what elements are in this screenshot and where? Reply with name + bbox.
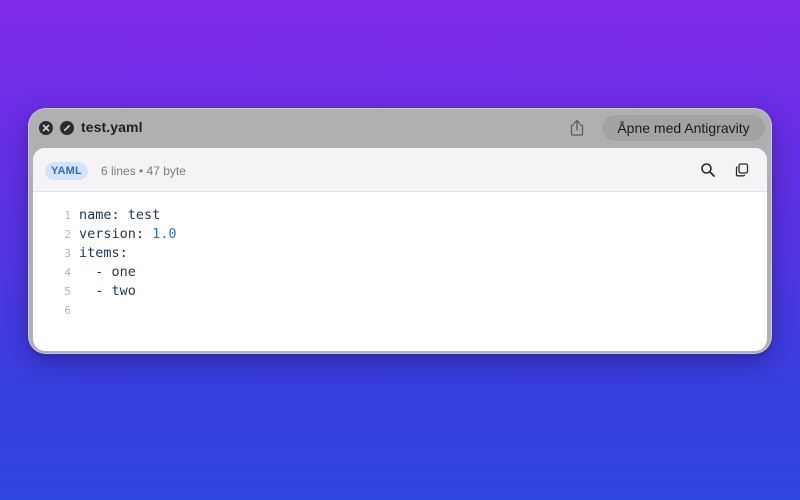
disable-button[interactable] [60,121,74,135]
line-content: - one [79,263,136,282]
yaml-key: items: [79,245,128,261]
code-line: 3 items: [33,244,767,263]
line-number: 6 [64,304,71,317]
close-button[interactable] [39,121,53,135]
share-icon [570,119,584,136]
yaml-key: name: [79,207,120,223]
line-content: - two [79,282,136,301]
yaml-key: - one [79,264,136,280]
code-line: 6 [33,301,767,320]
code-line: 5 - two [33,282,767,301]
yaml-key: version: [79,226,145,242]
share-button[interactable] [567,118,587,138]
file-info-bar: YAML 6 lines • 47 byte [33,148,767,192]
slash-circle-icon [64,125,70,131]
title-bar: test.yaml Åpne med Antigravity [29,109,771,147]
copy-button[interactable] [732,160,752,180]
code-view[interactable]: 1 name: test 2 version: 1.0 3 items: 4 - one 5 … [33,206,767,320]
quicklook-window: test.yaml Åpne med Antigravity YAML 6 li… [28,108,772,354]
preview-panel: YAML 6 lines • 47 byte 1 name: test 2 versi… [33,148,767,351]
yaml-value: test [119,207,161,223]
line-content: items: [79,244,128,263]
line-number: 1 [64,209,71,222]
line-number: 2 [64,228,71,241]
line-content: version: 1.0 [79,225,177,244]
search-icon [701,163,715,177]
yaml-key: - two [79,283,136,299]
code-line: 4 - one [33,263,767,282]
line-number: 5 [64,285,71,298]
copy-icon [735,163,749,177]
code-line: 2 version: 1.0 [33,225,767,244]
line-content: name: test [79,206,160,225]
line-number: 4 [64,266,71,279]
close-icon [42,124,50,132]
file-meta: 6 lines • 47 byte [101,164,186,178]
language-badge: YAML [45,162,88,180]
search-button[interactable] [698,160,718,180]
code-line: 1 name: test [33,206,767,225]
line-number: 3 [64,247,71,260]
window-title: test.yaml [81,119,143,135]
yaml-value: 1.0 [144,226,177,242]
open-with-button[interactable]: Åpne med Antigravity [602,115,765,141]
